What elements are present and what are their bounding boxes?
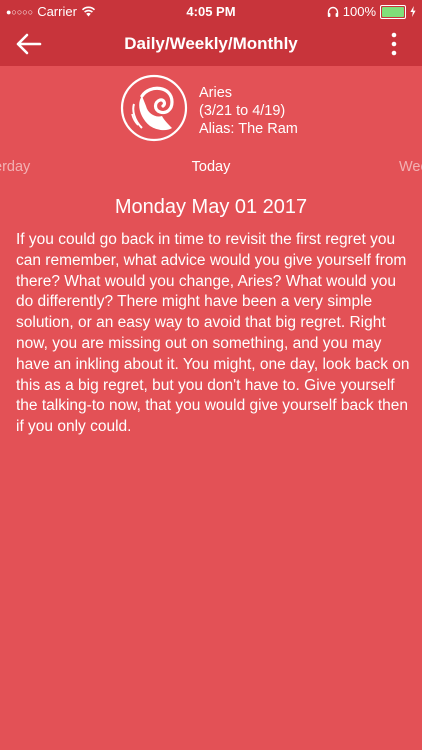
charging-icon: [410, 6, 416, 17]
more-options-button[interactable]: [388, 32, 400, 56]
battery-icon: [380, 4, 406, 19]
sign-name: Aries: [199, 85, 233, 101]
sign-info: Aries (3/21 to 4/19) Alias: The Ram: [199, 84, 298, 138]
day-tabs: erday Today Wee: [0, 157, 422, 179]
battery-level: [382, 6, 404, 17]
headphones-icon: [327, 6, 338, 17]
tab-weekly[interactable]: Wee: [399, 159, 422, 175]
navigation-bar: Daily/Weekly/Monthly: [0, 22, 422, 66]
battery-percent: 100%: [342, 4, 376, 19]
sign-dates: (3/21 to 4/19): [199, 103, 286, 119]
sign-alias: Alias: The Ram: [199, 121, 298, 137]
sign-header: Aries (3/21 to 4/19) Alias: The Ram: [120, 74, 380, 144]
page-title: Daily/Weekly/Monthly: [124, 34, 298, 53]
aries-ram-icon: [120, 74, 188, 142]
tab-today[interactable]: Today: [0, 159, 422, 175]
more-vertical-icon: [391, 32, 397, 56]
status-bar: ●○○○○ Carrier 4:05 PM 100%: [0, 0, 422, 22]
horoscope-text: If you could go back in time to revisit …: [16, 231, 410, 436]
reading-date: Monday May 01 2017: [114, 196, 308, 218]
status-right: 100%: [327, 4, 416, 19]
